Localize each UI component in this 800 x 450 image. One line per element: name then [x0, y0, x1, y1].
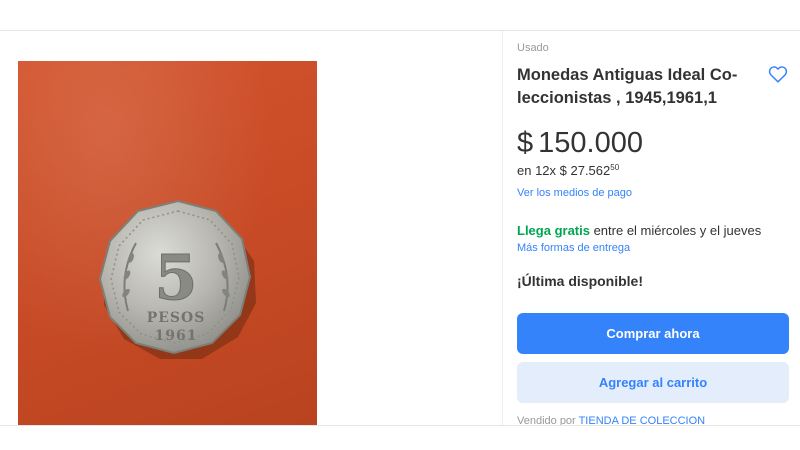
- price-amount: 150.000: [538, 127, 643, 159]
- column-divider: [502, 31, 503, 425]
- installments-info: en 12x $ 27.56250: [517, 163, 619, 178]
- product-condition: Usado: [517, 42, 549, 54]
- product-price: $150.000: [517, 127, 643, 160]
- favorite-button[interactable]: [767, 63, 789, 85]
- buy-now-button[interactable]: Comprar ahora: [517, 313, 789, 354]
- seller-info: Vendido por TIENDA DE COLECCION: [517, 415, 706, 426]
- product-card: 5 PESOS 1961 Usado Monedas Antiguas Idea…: [0, 30, 800, 426]
- installments-cents: 50: [610, 163, 620, 172]
- add-to-cart-button[interactable]: Agregar al carrito: [517, 362, 789, 403]
- installments-text: en 12x $ 27.562: [517, 163, 611, 178]
- shipping-info: Llega gratis entre el miércoles y el jue…: [517, 223, 761, 238]
- heart-outline-icon: [768, 66, 788, 83]
- stock-status: ¡Última disponible!: [517, 273, 643, 289]
- seller-link[interactable]: TIENDA DE COLECCION: [579, 415, 706, 425]
- coin-illustration: 5 PESOS 1961: [98, 199, 256, 359]
- delivery-options-link[interactable]: Más formas de entrega: [517, 242, 630, 254]
- coin-unit: PESOS: [147, 310, 206, 326]
- product-photo[interactable]: 5 PESOS 1961: [18, 61, 317, 425]
- shipping-dates: entre el miércoles y el jueves: [589, 223, 762, 238]
- coin-denomination: 5: [154, 241, 197, 314]
- seller-prefix: Vendido por: [517, 415, 576, 426]
- product-gallery: 5 PESOS 1961: [0, 31, 500, 425]
- free-shipping-label: Llega gratis: [517, 223, 590, 238]
- payment-methods-link[interactable]: Ver los medios de pago: [517, 187, 632, 199]
- price-currency: $: [517, 127, 534, 159]
- product-title: Monedas Antiguas Ideal Co- leccionistas …: [517, 66, 738, 107]
- coin-year: 1961: [155, 328, 198, 344]
